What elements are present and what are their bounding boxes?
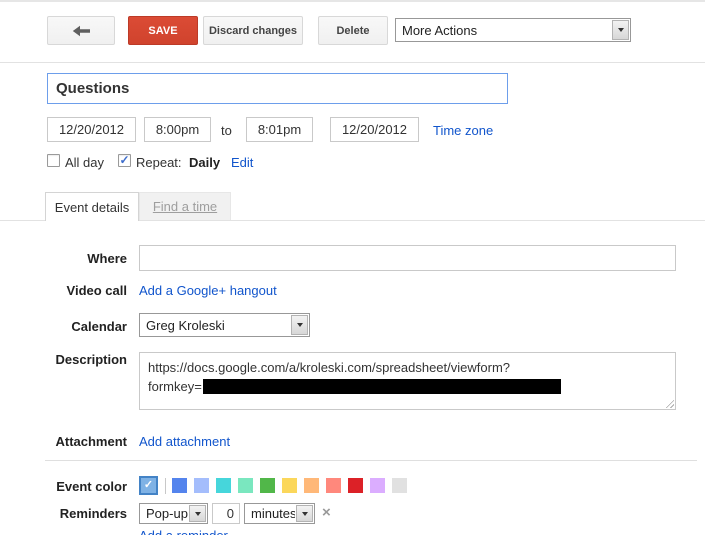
color-swatch[interactable] xyxy=(260,478,275,493)
dropdown-arrow-button[interactable] xyxy=(612,20,629,40)
save-button-label: SAVE xyxy=(148,25,177,37)
color-swatch[interactable] xyxy=(304,478,319,493)
tab-event-details-label: Event details xyxy=(55,200,129,215)
redacted-text-bar xyxy=(203,379,561,394)
event-color-label: Event color xyxy=(0,479,127,494)
where-input[interactable] xyxy=(139,245,676,271)
reminder-unit-value: minutes xyxy=(245,504,295,523)
timezone-link[interactable]: Time zone xyxy=(433,123,493,138)
description-label: Description xyxy=(0,352,127,367)
all-day-label: All day xyxy=(65,155,104,170)
check-icon: ✓ xyxy=(119,154,129,166)
event-title-input[interactable] xyxy=(47,73,508,104)
remove-reminder-icon[interactable]: × xyxy=(322,505,331,520)
end-time-input[interactable] xyxy=(246,117,313,142)
more-actions-select[interactable]: More Actions xyxy=(395,18,631,42)
add-reminder-link[interactable]: Add a reminder xyxy=(139,528,228,535)
color-swatch[interactable] xyxy=(216,478,231,493)
check-icon: ✓ xyxy=(144,480,153,491)
dropdown-arrow-button[interactable] xyxy=(296,505,313,522)
more-actions-value: More Actions xyxy=(396,19,611,41)
discard-button-label: Discard changes xyxy=(209,25,297,37)
selected-color-swatch[interactable]: ✓ xyxy=(139,476,158,495)
chevron-down-icon xyxy=(195,512,201,516)
color-swatch[interactable] xyxy=(172,478,187,493)
start-time-input[interactable] xyxy=(144,117,211,142)
description-line2-prefix: formkey= xyxy=(148,379,202,394)
where-label: Where xyxy=(0,251,127,266)
add-hangout-link[interactable]: Add a Google+ hangout xyxy=(139,283,277,298)
event-edit-page: SAVE Discard changes Delete More Actions… xyxy=(0,0,705,535)
description-textarea[interactable]: https://docs.google.com/a/kroleski.com/s… xyxy=(139,352,676,410)
color-swatch[interactable] xyxy=(282,478,297,493)
reminder-minutes-input[interactable] xyxy=(212,503,240,524)
to-label: to xyxy=(221,123,232,138)
reminders-label: Reminders xyxy=(0,506,127,521)
save-button[interactable]: SAVE xyxy=(128,16,198,45)
description-line1: https://docs.google.com/a/kroleski.com/s… xyxy=(148,360,510,375)
color-swatch[interactable] xyxy=(194,478,209,493)
section-divider xyxy=(45,460,697,461)
all-day-checkbox[interactable] xyxy=(47,154,60,167)
chevron-down-icon xyxy=(618,28,624,32)
color-swatch[interactable] xyxy=(326,478,341,493)
color-swatch[interactable] xyxy=(238,478,253,493)
tab-event-details[interactable]: Event details xyxy=(45,192,139,221)
back-button[interactable] xyxy=(47,16,115,45)
calendar-selected-value: Greg Kroleski xyxy=(140,314,290,336)
calendar-label: Calendar xyxy=(0,319,127,334)
repeat-value: Daily xyxy=(189,155,220,170)
color-swatch[interactable] xyxy=(348,478,363,493)
header-divider xyxy=(0,62,705,63)
end-date-input[interactable] xyxy=(330,117,419,142)
color-swatch[interactable] xyxy=(392,478,407,493)
dropdown-arrow-button[interactable] xyxy=(189,505,206,522)
dropdown-arrow-button[interactable] xyxy=(291,315,308,335)
reminder-method-select[interactable]: Pop-up xyxy=(139,503,208,524)
video-call-label: Video call xyxy=(0,283,127,298)
tab-find-a-time[interactable]: Find a time xyxy=(139,192,231,220)
delete-button[interactable]: Delete xyxy=(318,16,388,45)
add-attachment-link[interactable]: Add attachment xyxy=(139,434,230,449)
delete-button-label: Delete xyxy=(336,25,369,37)
discard-changes-button[interactable]: Discard changes xyxy=(203,16,303,45)
reminder-method-value: Pop-up xyxy=(140,504,188,523)
top-chrome-strip xyxy=(0,0,705,2)
attachment-label: Attachment xyxy=(0,434,127,449)
reminder-unit-select[interactable]: minutes xyxy=(244,503,315,524)
color-palette xyxy=(172,478,414,493)
repeat-edit-link[interactable]: Edit xyxy=(231,155,253,170)
back-arrow-icon xyxy=(72,25,90,37)
swatch-divider xyxy=(165,478,166,494)
repeat-label: Repeat: xyxy=(136,155,182,170)
calendar-select[interactable]: Greg Kroleski xyxy=(139,313,310,337)
textarea-resize-handle[interactable] xyxy=(664,398,674,408)
repeat-checkbox[interactable]: ✓ xyxy=(118,154,131,167)
tab-find-a-time-label: Find a time xyxy=(153,199,217,214)
color-swatch[interactable] xyxy=(370,478,385,493)
start-date-input[interactable] xyxy=(47,117,136,142)
chevron-down-icon xyxy=(297,323,303,327)
chevron-down-icon xyxy=(302,512,308,516)
